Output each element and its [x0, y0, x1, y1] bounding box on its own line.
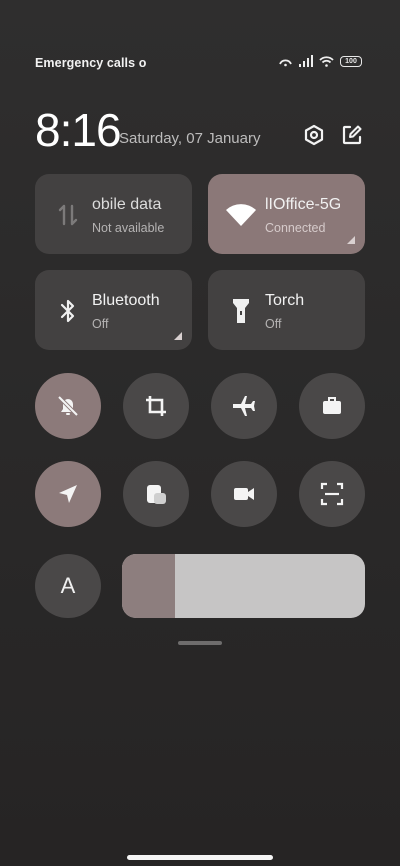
- clock-date[interactable]: Saturday, 07 January: [119, 130, 260, 147]
- airplane-icon: [233, 396, 255, 416]
- torch-title: Torch: [265, 292, 305, 309]
- status-bar: Emergency calls o 100: [0, 52, 400, 74]
- wifi-expand-corner[interactable]: [347, 236, 355, 244]
- bluetooth-expand-corner[interactable]: [174, 332, 182, 340]
- bluetooth-status: Off: [92, 317, 109, 331]
- home-indicator[interactable]: [127, 855, 273, 860]
- wifi-icon: [224, 202, 258, 228]
- airplane-toggle[interactable]: [211, 373, 277, 439]
- status-icons: 100: [278, 55, 362, 67]
- mobile-data-status: Not available: [92, 221, 165, 235]
- signal-icon: [299, 55, 313, 67]
- mute-toggle[interactable]: [35, 373, 101, 439]
- settings-hex-icon: [304, 124, 324, 146]
- screenshot-crop-icon: [146, 396, 166, 416]
- wifi-status: Connected: [265, 221, 326, 235]
- wifi-tile[interactable]: lIOffice-5G Connected: [208, 174, 365, 254]
- scanner-toggle[interactable]: [299, 461, 365, 527]
- hotspot-icon: [278, 55, 293, 67]
- clock-header: 8:16 Saturday, 07 January: [35, 103, 365, 157]
- screenshot-toggle[interactable]: [123, 373, 189, 439]
- settings-button[interactable]: [302, 123, 326, 147]
- auto-brightness-button[interactable]: A: [35, 554, 101, 618]
- mobile-data-tile[interactable]: obile data Not available: [35, 174, 192, 254]
- screen-record-toggle[interactable]: [211, 461, 277, 527]
- mobile-data-icon: [55, 202, 81, 228]
- clock-time[interactable]: 8:16: [35, 103, 122, 157]
- mute-bell-icon: [57, 395, 79, 417]
- edit-button[interactable]: [340, 123, 364, 147]
- scan-icon: [320, 482, 344, 506]
- brightness-slider[interactable]: [122, 554, 365, 618]
- torch-icon: [228, 298, 254, 324]
- bluetooth-tile[interactable]: Bluetooth Off: [35, 270, 192, 350]
- wifi-network-name: lIOffice-5G: [265, 196, 342, 213]
- work-briefcase-icon: [323, 397, 341, 414]
- work-toggle[interactable]: [299, 373, 365, 439]
- carrier-text: Emergency calls o: [35, 56, 147, 70]
- battery-icon: 100: [340, 55, 362, 67]
- location-toggle[interactable]: [35, 461, 101, 527]
- location-arrow-icon: [59, 485, 77, 503]
- wifi-icon: [319, 55, 334, 67]
- panel-drag-handle[interactable]: [178, 641, 222, 645]
- torch-tile[interactable]: Torch Off: [208, 270, 365, 350]
- torch-status: Off: [265, 317, 282, 331]
- floating-window-toggle[interactable]: [123, 461, 189, 527]
- auto-brightness-label: A: [60, 573, 76, 598]
- mobile-data-title: obile data: [92, 196, 162, 213]
- brightness-slider-fill: [122, 554, 176, 618]
- floating-window-icon: [147, 485, 166, 504]
- bluetooth-title: Bluetooth: [92, 292, 160, 309]
- screen-record-icon: [234, 488, 254, 500]
- bluetooth-icon: [55, 298, 81, 324]
- edit-icon: [342, 125, 362, 145]
